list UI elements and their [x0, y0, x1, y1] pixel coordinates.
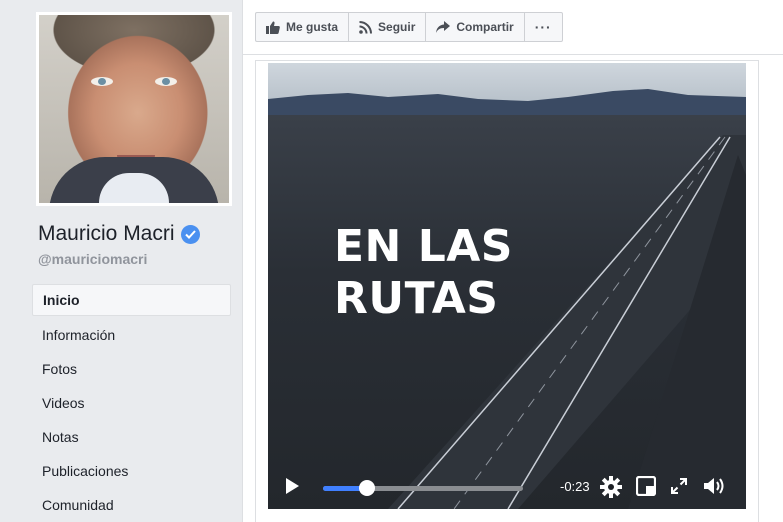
- nav-item-videos[interactable]: Videos: [32, 386, 231, 420]
- page-title[interactable]: Mauricio Macri: [38, 222, 200, 246]
- rss-icon: [359, 20, 373, 34]
- video-player[interactable]: EN LAS RUTAS -0:23: [268, 63, 746, 509]
- share-label: Compartir: [456, 20, 514, 34]
- follow-button[interactable]: Seguir: [348, 12, 426, 42]
- verified-badge-icon: [180, 224, 200, 244]
- left-column: Mauricio Macri @mauriciomacri Inicio Inf…: [0, 0, 242, 522]
- share-button[interactable]: Compartir: [425, 12, 524, 42]
- progress-scrubber[interactable]: [359, 480, 375, 496]
- nav-item-comunidad[interactable]: Comunidad: [32, 488, 231, 522]
- page-handle[interactable]: @mauriciomacri: [38, 251, 147, 267]
- nav-item-notas[interactable]: Notas: [32, 420, 231, 454]
- nav-item-publicaciones[interactable]: Publicaciones: [32, 454, 231, 488]
- share-arrow-icon: [436, 21, 451, 33]
- action-bar: Me gusta Seguir Compartir ···: [243, 0, 783, 55]
- page-name-text: Mauricio Macri: [38, 222, 175, 245]
- fullscreen-icon[interactable]: [671, 478, 687, 494]
- like-label: Me gusta: [286, 20, 339, 34]
- progress-bar[interactable]: [323, 480, 523, 496]
- play-icon[interactable]: [284, 477, 300, 495]
- profile-picture[interactable]: [36, 12, 232, 206]
- video-controls: -0:23: [268, 463, 746, 509]
- nav-item-inicio[interactable]: Inicio: [32, 284, 231, 316]
- page-nav: Inicio Información Fotos Videos Notas Pu…: [32, 284, 231, 522]
- video-title-line2: RUTAS: [334, 273, 499, 324]
- video-overlay-title: EN LAS RUTAS: [334, 221, 513, 325]
- time-remaining: -0:23: [560, 479, 590, 494]
- avatar: [39, 15, 229, 203]
- avatar-eye: [91, 77, 113, 86]
- settings-icon[interactable]: [600, 476, 622, 498]
- picture-in-picture-icon[interactable]: [636, 476, 656, 496]
- thumbs-up-icon: [266, 21, 280, 34]
- avatar-eye: [155, 77, 177, 86]
- nav-item-informacion[interactable]: Información: [32, 318, 231, 352]
- page-actions: Me gusta Seguir Compartir ···: [255, 12, 563, 42]
- like-button[interactable]: Me gusta: [255, 12, 349, 42]
- main-column: Me gusta Seguir Compartir ··· EN LAS RUT…: [242, 0, 783, 522]
- nav-item-fotos[interactable]: Fotos: [32, 352, 231, 386]
- volume-icon[interactable]: [703, 476, 727, 496]
- follow-label: Seguir: [378, 20, 416, 34]
- more-dots-icon: ···: [534, 19, 552, 35]
- video-title-line1: EN LAS: [334, 221, 513, 272]
- more-options-button[interactable]: ···: [523, 12, 563, 42]
